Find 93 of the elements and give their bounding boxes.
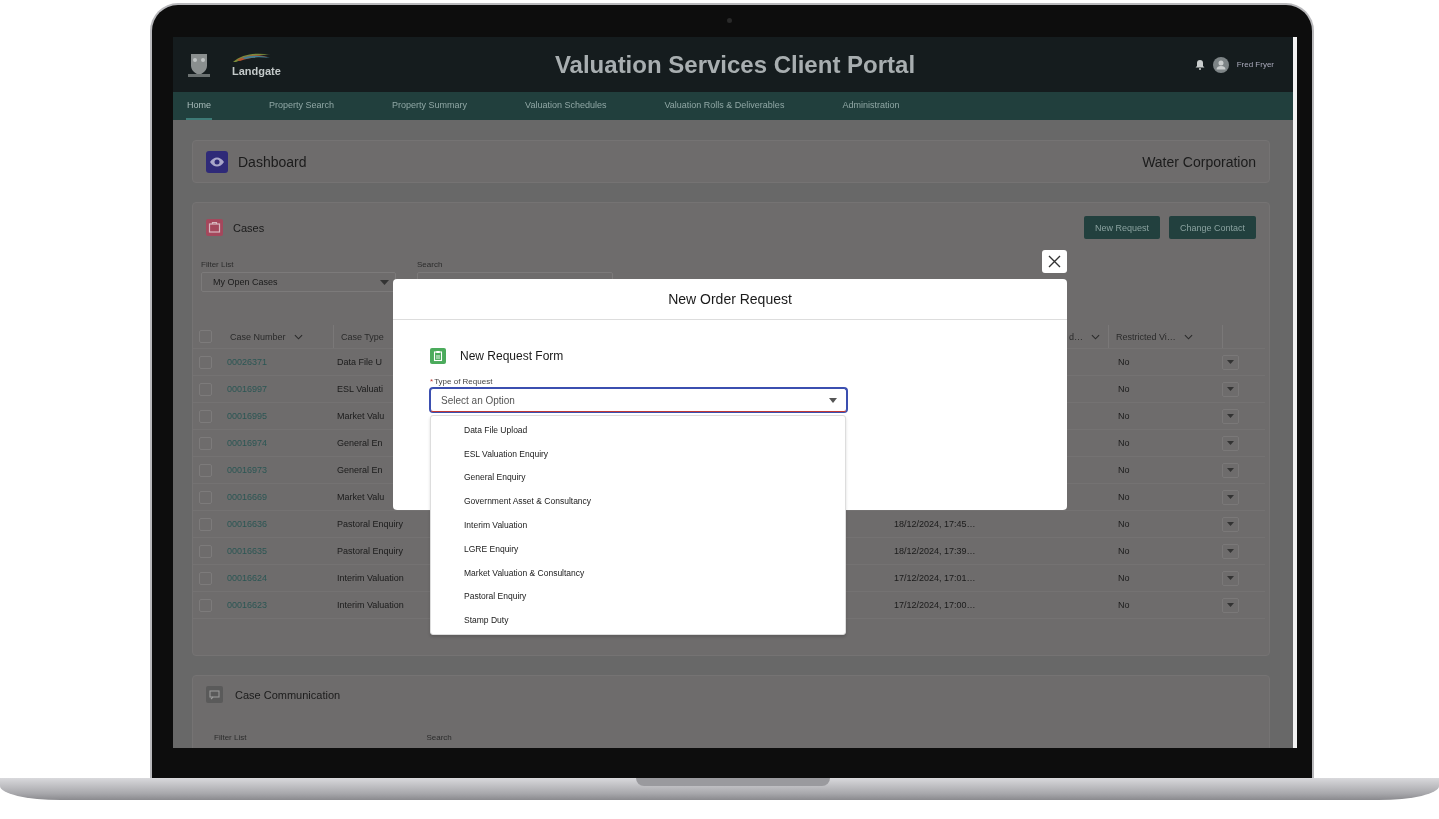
- table-cell: Data File U: [337, 357, 382, 367]
- table-cell: Market Valu: [337, 492, 385, 502]
- table-cell: 18/12/2024, 17:39…: [894, 546, 976, 556]
- chevron-icon[interactable]: [1183, 333, 1193, 340]
- table-cell: No: [1118, 465, 1130, 475]
- nav-tab[interactable]: Property Summary: [391, 92, 469, 120]
- card-title: Case Communication: [235, 688, 341, 701]
- caret-icon: [1227, 468, 1234, 472]
- table-cell: Interim Valuation: [337, 600, 404, 610]
- table-cell: Pastoral Enquiry: [337, 519, 404, 529]
- table-cell: No: [1118, 600, 1130, 610]
- table-cell: ESL Valuati: [337, 384, 384, 394]
- table-cell: No: [1118, 384, 1130, 394]
- table-cell: 17/12/2024, 17:01…: [894, 573, 976, 583]
- modal-title: New Order Request: [668, 291, 792, 307]
- filter-select[interactable]: My Open Cases: [201, 272, 396, 292]
- caret-icon: [1227, 549, 1234, 553]
- caret-icon: [1227, 414, 1234, 418]
- dropdown-option[interactable]: Market Valuation & Consultancy: [431, 560, 845, 585]
- table-cell: No: [1118, 438, 1130, 448]
- scrollbar[interactable]: [1293, 37, 1297, 748]
- section-title: New Request Form: [460, 349, 564, 363]
- row-action-button[interactable]: [1222, 516, 1239, 532]
- column-header[interactable]: Restricted Vi…: [1116, 331, 1176, 342]
- caret-icon: [380, 279, 389, 285]
- table-cell: No: [1118, 411, 1130, 421]
- dropdown-option[interactable]: Interim Valuation: [431, 513, 845, 537]
- row-action-button[interactable]: [1222, 381, 1239, 397]
- caret-icon: [1227, 441, 1234, 445]
- logo-text: Landgate: [232, 65, 281, 77]
- nav-tab[interactable]: Home: [186, 92, 212, 120]
- dropdown-option[interactable]: ESL Valuation Enquiry: [431, 441, 845, 466]
- camera-icon: [727, 18, 732, 23]
- eye-icon: [206, 150, 228, 173]
- action-button[interactable]: Change Contact: [1168, 216, 1256, 239]
- table-cell: No: [1118, 519, 1130, 529]
- column-header[interactable]: Case Type: [341, 331, 384, 342]
- dropdown-option[interactable]: Data File Upload: [431, 418, 845, 442]
- bell-icon[interactable]: [1194, 59, 1205, 70]
- organisation-name: Water Corporation: [1142, 153, 1256, 170]
- table-cell: General En: [337, 438, 383, 448]
- chevron-icon[interactable]: [1091, 333, 1100, 340]
- table-cell: No: [1118, 492, 1130, 502]
- table-cell: Interim Valuation: [337, 573, 404, 583]
- nav-tab[interactable]: Valuation Schedules: [524, 92, 608, 120]
- dropdown-option[interactable]: General Enquiry: [431, 465, 845, 490]
- row-action-button[interactable]: [1222, 597, 1239, 613]
- close-icon: [1048, 255, 1061, 268]
- table-cell: Pastoral Enquiry: [337, 546, 404, 556]
- row-action-button[interactable]: [1222, 543, 1239, 559]
- caret-icon: [1227, 387, 1234, 391]
- dropdown-option[interactable]: Government Asset & Consultancy: [431, 489, 845, 514]
- chat-icon: [206, 686, 223, 703]
- card-title: Cases: [233, 221, 265, 234]
- table-cell: 18/12/2024, 17:45…: [894, 519, 976, 529]
- card-title: Dashboard: [238, 153, 307, 170]
- user-name[interactable]: Fred Fryer: [1236, 60, 1274, 69]
- nav-tab[interactable]: Property Search: [268, 92, 336, 120]
- table-cell: No: [1118, 573, 1130, 583]
- dropdown-option[interactable]: Stamp Duty: [431, 608, 845, 633]
- clipboard-icon: [430, 348, 446, 364]
- table-cell: No: [1118, 357, 1130, 367]
- row-action-button[interactable]: [1222, 408, 1239, 424]
- row-action-button[interactable]: [1222, 462, 1239, 478]
- nav-tab[interactable]: Valuation Rolls & Deliverables: [663, 92, 786, 120]
- table-cell: Market Valu: [337, 411, 385, 421]
- column-header[interactable]: d…: [1069, 331, 1083, 342]
- action-button[interactable]: New Request: [1083, 216, 1160, 239]
- column-header[interactable]: Case Number: [230, 331, 286, 342]
- table-cell: General En: [337, 465, 383, 475]
- chevron-icon[interactable]: [293, 333, 303, 340]
- close-button[interactable]: [1042, 250, 1067, 273]
- caret-icon: [1227, 495, 1234, 499]
- row-action-button[interactable]: [1222, 354, 1239, 370]
- caret-icon: [1227, 522, 1234, 526]
- request-type-select[interactable]: Select an Option: [430, 388, 847, 412]
- dropdown-option[interactable]: LGRE Enquiry: [431, 537, 845, 561]
- field-label: Search: [426, 733, 452, 742]
- table-cell: No: [1118, 546, 1130, 556]
- table-cell: 17/12/2024, 17:00…: [894, 600, 976, 610]
- caret-icon: [829, 398, 837, 403]
- briefcase-icon: [206, 219, 223, 236]
- portal-title: Valuation Services Client Portal: [554, 50, 916, 79]
- row-action-button[interactable]: [1222, 435, 1239, 451]
- avatar-icon[interactable]: [1212, 56, 1229, 73]
- field-label: *Type of Request: [430, 377, 494, 386]
- row-action-button[interactable]: [1222, 570, 1239, 586]
- caret-icon: [1227, 576, 1234, 580]
- dropdown-option[interactable]: Pastoral Enquiry: [431, 584, 845, 609]
- caret-icon: [1227, 603, 1234, 607]
- nav-tab[interactable]: Administration: [841, 92, 901, 120]
- row-action-button[interactable]: [1222, 489, 1239, 505]
- caret-icon: [1227, 360, 1234, 364]
